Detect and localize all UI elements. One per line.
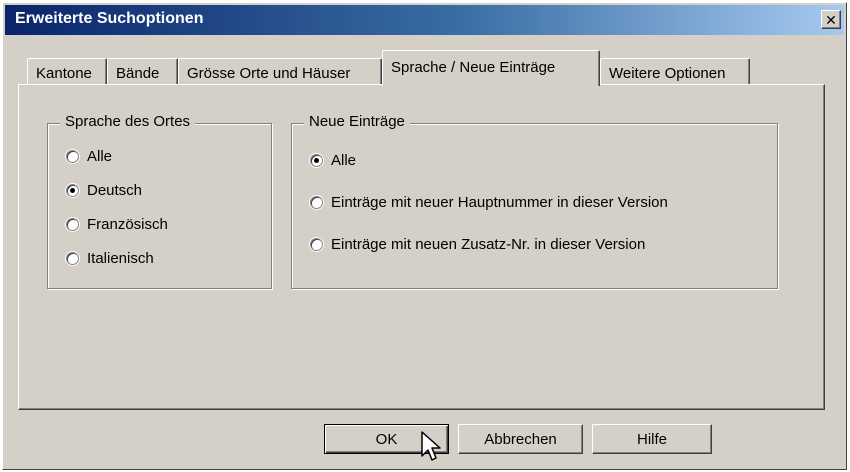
title-bar[interactable]: Erweiterte Suchoptionen ✕ bbox=[5, 5, 844, 35]
close-icon: ✕ bbox=[825, 11, 837, 28]
close-button[interactable]: ✕ bbox=[821, 10, 841, 29]
help-button[interactable]: Hilfe bbox=[592, 424, 712, 454]
radio-button[interactable] bbox=[66, 252, 79, 265]
radio-button-checked[interactable] bbox=[66, 184, 79, 197]
radio-label: Französisch bbox=[87, 216, 168, 233]
new-entries-group: Neue Einträge Alle Einträge mit neuer Ha… bbox=[291, 113, 778, 289]
radio-language-deutsch[interactable]: Deutsch bbox=[66, 182, 142, 199]
radio-language-alle[interactable]: Alle bbox=[66, 148, 112, 165]
ok-button-label: OK bbox=[375, 430, 398, 448]
radio-label: Einträge mit neuen Zusatz-Nr. in dieser … bbox=[331, 236, 646, 253]
window-title: Erweiterte Suchoptionen bbox=[15, 10, 204, 27]
radio-label: Italienisch bbox=[87, 250, 154, 267]
radio-entries-alle[interactable]: Alle bbox=[310, 152, 356, 169]
tab-sprache-neue-eintraege[interactable]: Sprache / Neue Einträge bbox=[382, 50, 600, 86]
radio-button[interactable] bbox=[310, 196, 323, 209]
radio-entries-new-additional-number[interactable]: Einträge mit neuen Zusatz-Nr. in dieser … bbox=[310, 236, 645, 253]
language-group-legend: Sprache des Ortes bbox=[60, 113, 196, 130]
tab-label: Kantone bbox=[36, 65, 92, 82]
radio-label: Einträge mit neuer Hauptnummer in dieser… bbox=[331, 194, 668, 211]
tab-panel: Sprache des Ortes Alle Deutsch Französis… bbox=[18, 84, 825, 410]
radio-button[interactable] bbox=[310, 238, 323, 251]
tab-label: Sprache / Neue Einträge bbox=[391, 59, 556, 76]
tab-label: Grösse Orte und Häuser bbox=[187, 65, 351, 82]
radio-button[interactable] bbox=[66, 150, 79, 163]
radio-button-checked[interactable] bbox=[310, 154, 323, 167]
radio-label: Deutsch bbox=[87, 182, 143, 199]
cancel-button[interactable]: Abbrechen bbox=[458, 424, 583, 454]
language-group: Sprache des Ortes Alle Deutsch Französis… bbox=[47, 113, 272, 289]
new-entries-group-legend: Neue Einträge bbox=[304, 113, 410, 130]
cancel-button-label: Abbrechen bbox=[484, 430, 557, 448]
radio-language-italienisch[interactable]: Italienisch bbox=[66, 250, 154, 267]
tab-label: Weitere Optionen bbox=[609, 65, 726, 82]
mouse-pointer-icon bbox=[421, 431, 441, 461]
tab-label: Bände bbox=[116, 65, 160, 82]
radio-language-franzoesisch[interactable]: Französisch bbox=[66, 216, 168, 233]
radio-button[interactable] bbox=[66, 218, 79, 231]
radio-label: Alle bbox=[87, 148, 113, 165]
radio-label: Alle bbox=[331, 152, 357, 169]
help-button-label: Hilfe bbox=[636, 430, 667, 448]
radio-entries-new-main-number[interactable]: Einträge mit neuer Hauptnummer in dieser… bbox=[310, 194, 668, 211]
